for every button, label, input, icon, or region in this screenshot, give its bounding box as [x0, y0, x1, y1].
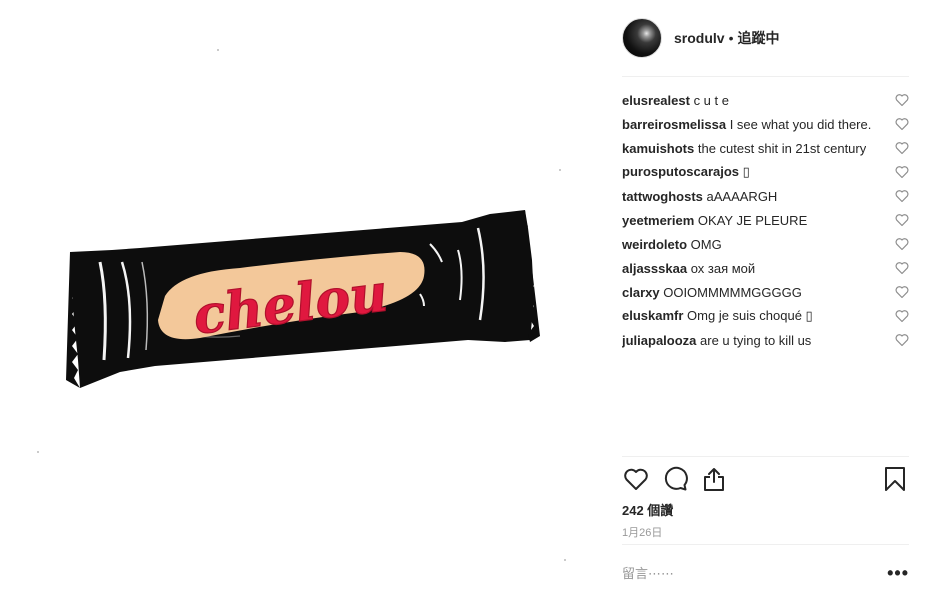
comment-body: the cutest shit in 21st century — [697, 140, 867, 156]
bookmark-icon — [885, 467, 905, 491]
comment-text: weirdoleto OMG — [622, 237, 722, 252]
comment-input[interactable] — [622, 565, 862, 581]
comment-list: elusrealest c u t e barreirosmelissa I se… — [622, 88, 909, 352]
comment-body: I see what you did there. — [729, 116, 872, 132]
comment-row: weirdoleto OMG — [622, 232, 909, 256]
comment-text: elusrealest c u t e — [622, 93, 729, 108]
comment-body: ох зая мой — [690, 260, 756, 276]
following-button[interactable]: 追蹤中 — [737, 28, 779, 48]
comment-row: barreirosmelissa I see what you did ther… — [622, 112, 909, 136]
comment-row: juliapalooza are u tying to kill us — [622, 328, 909, 352]
comment-like-heart-icon[interactable] — [895, 333, 909, 347]
comment-text: juliapalooza are u tying to kill us — [622, 333, 811, 348]
save-button[interactable] — [881, 465, 909, 493]
comment-row: clarxy OOIOMMMMMGGGGG — [622, 280, 909, 304]
comment-row: kamuishots the cutest shit in 21st centu… — [622, 136, 909, 160]
comment-text: aljassskaa ох зая мой — [622, 261, 755, 276]
comment-username[interactable]: juliapalooza — [622, 333, 696, 348]
comment-username[interactable]: weirdoleto — [622, 237, 687, 252]
comments-divider — [622, 456, 909, 457]
like-button[interactable] — [622, 465, 650, 493]
comment-username[interactable]: elusrealest — [622, 93, 690, 108]
comment-row: yeetmeriem OKAY JE PLEURE — [622, 208, 909, 232]
post-image[interactable]: chelou — [0, 0, 600, 600]
comment-body: OOIOMMMMMGGGGG — [663, 284, 802, 300]
post-date[interactable]: 1月26日 — [622, 524, 662, 540]
comment-body: OKAY JE PLEURE — [697, 212, 808, 228]
separator-dot: • — [728, 30, 734, 46]
comment-body: OMG — [690, 236, 722, 252]
username-link[interactable]: srodulv — [674, 30, 725, 46]
comment-username[interactable]: barreirosmelissa — [622, 117, 726, 132]
comment-like-heart-icon[interactable] — [895, 285, 909, 299]
comment-like-heart-icon[interactable] — [895, 117, 909, 131]
comment-body: aAAAARGH — [706, 188, 778, 204]
comment-row: purosputoscarajos ▯ — [622, 160, 909, 184]
comment-body: c u t e — [693, 92, 729, 108]
comment-text: tattwoghosts aAAAARGH — [622, 189, 777, 204]
heart-icon — [624, 468, 648, 490]
comment-username[interactable]: purosputoscarajos — [622, 164, 739, 179]
comment-text: clarxy OOIOMMMMMGGGGG — [622, 285, 802, 300]
comment-box: ••• — [622, 562, 909, 584]
comment-username[interactable]: eluskamfr — [622, 308, 683, 323]
comment-username[interactable]: yeetmeriem — [622, 213, 694, 228]
comment-text: purosputoscarajos ▯ — [622, 164, 750, 180]
share-button[interactable] — [700, 465, 728, 493]
comment-username[interactable]: kamuishots — [622, 141, 694, 156]
comment-text: kamuishots the cutest shit in 21st centu… — [622, 141, 866, 156]
comment-row: elusrealest c u t e — [622, 88, 909, 112]
comment-body: are u tying to kill us — [700, 332, 812, 348]
comment-button[interactable] — [661, 465, 689, 493]
post-sidebar: srodulv • 追蹤中 elusrealest c u t e barreir… — [606, 0, 929, 600]
comment-username[interactable]: clarxy — [622, 285, 660, 300]
comment-like-heart-icon[interactable] — [895, 237, 909, 251]
comment-row: eluskamfr Omg je suis choqué ▯ — [622, 304, 909, 328]
comment-like-heart-icon[interactable] — [895, 189, 909, 203]
comment-row: aljassskaa ох зая мой — [622, 256, 909, 280]
comment-body: Omg je suis choqué ▯ — [687, 308, 813, 323]
post-header: srodulv • 追蹤中 — [622, 18, 909, 58]
comment-like-heart-icon[interactable] — [895, 213, 909, 227]
comment-text: eluskamfr Omg je suis choqué ▯ — [622, 308, 813, 324]
comment-like-heart-icon[interactable] — [895, 261, 909, 275]
like-count[interactable]: 242 個讚 — [622, 500, 673, 519]
comment-body: ▯ — [742, 164, 750, 179]
comment-like-heart-icon[interactable] — [895, 93, 909, 107]
comment-like-heart-icon[interactable] — [895, 141, 909, 155]
comment-username[interactable]: aljassskaa — [622, 261, 687, 276]
avatar[interactable] — [622, 18, 662, 58]
comment-text: yeetmeriem OKAY JE PLEURE — [622, 213, 807, 228]
more-options-button[interactable]: ••• — [887, 564, 909, 582]
header-divider — [622, 76, 909, 77]
comment-like-heart-icon[interactable] — [895, 165, 909, 179]
comment-username[interactable]: tattwoghosts — [622, 189, 703, 204]
footer-divider — [622, 544, 909, 545]
comment-row: tattwoghosts aAAAARGH — [622, 184, 909, 208]
comment-like-heart-icon[interactable] — [895, 309, 909, 323]
share-icon — [704, 468, 724, 491]
comment-icon — [664, 466, 688, 491]
action-bar — [622, 464, 909, 494]
candy-bar-illustration: chelou — [37, 49, 566, 561]
comment-text: barreirosmelissa I see what you did ther… — [622, 117, 871, 132]
